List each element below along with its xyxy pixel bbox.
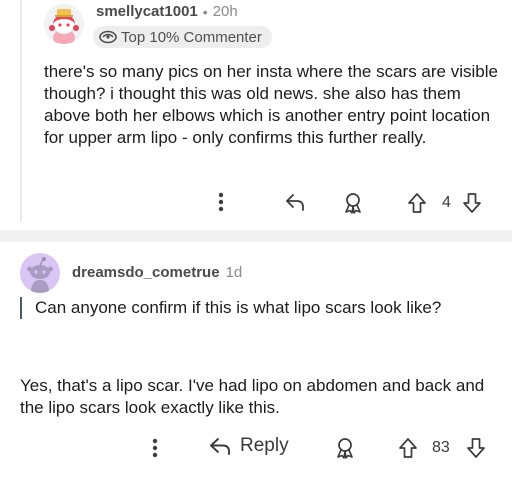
comment-actions: Reply 83	[140, 433, 502, 463]
reply-label: Reply	[240, 435, 289, 456]
more-options-icon[interactable]	[152, 437, 158, 459]
downvote-arrow-icon[interactable]	[462, 192, 482, 214]
badge-label: Top 10% Commenter	[121, 28, 262, 46]
comment-meta: smellycat1001 • 20h	[96, 3, 238, 20]
username[interactable]: dreamsdo_cometrue	[72, 264, 220, 281]
vote-count: 83	[432, 439, 450, 456]
award-icon[interactable]	[334, 437, 356, 459]
timestamp: 20h	[212, 3, 238, 20]
upvote-arrow-icon[interactable]	[398, 437, 418, 459]
comment-body: there's so many pics on her insta where …	[44, 62, 498, 147]
quoted-text: Can anyone confirm if this is what lipo …	[20, 297, 500, 319]
badge-icon	[99, 30, 117, 44]
downvote-arrow-icon[interactable]	[466, 437, 486, 459]
top-commenter-badge[interactable]: Top 10% Commenter	[93, 26, 272, 48]
comment-actions: 4	[212, 189, 502, 217]
comment-divider	[0, 230, 512, 242]
reply-button[interactable]: Reply	[208, 435, 289, 457]
timestamp: 1d	[225, 264, 243, 281]
thread-line[interactable]	[20, 0, 22, 222]
meta-separator: •	[202, 3, 208, 20]
upvote-arrow-icon[interactable]	[407, 192, 427, 214]
more-options-icon[interactable]	[218, 191, 224, 213]
comment-smellycat1001: smellycat1001 • 20h Top 10% Commenter th…	[0, 0, 512, 230]
vote-count: 4	[442, 194, 451, 211]
avatar[interactable]	[20, 253, 60, 293]
award-icon[interactable]	[342, 192, 364, 214]
comment-meta: dreamsdo_cometrue 1d	[72, 264, 242, 281]
username[interactable]: smellycat1001	[96, 3, 198, 20]
reply-arrow-icon	[210, 438, 230, 455]
avatar[interactable]	[44, 4, 84, 44]
reply-arrow-icon[interactable]	[284, 192, 306, 212]
comment-body: Yes, that's a lipo scar. I've had lipo o…	[20, 376, 485, 417]
